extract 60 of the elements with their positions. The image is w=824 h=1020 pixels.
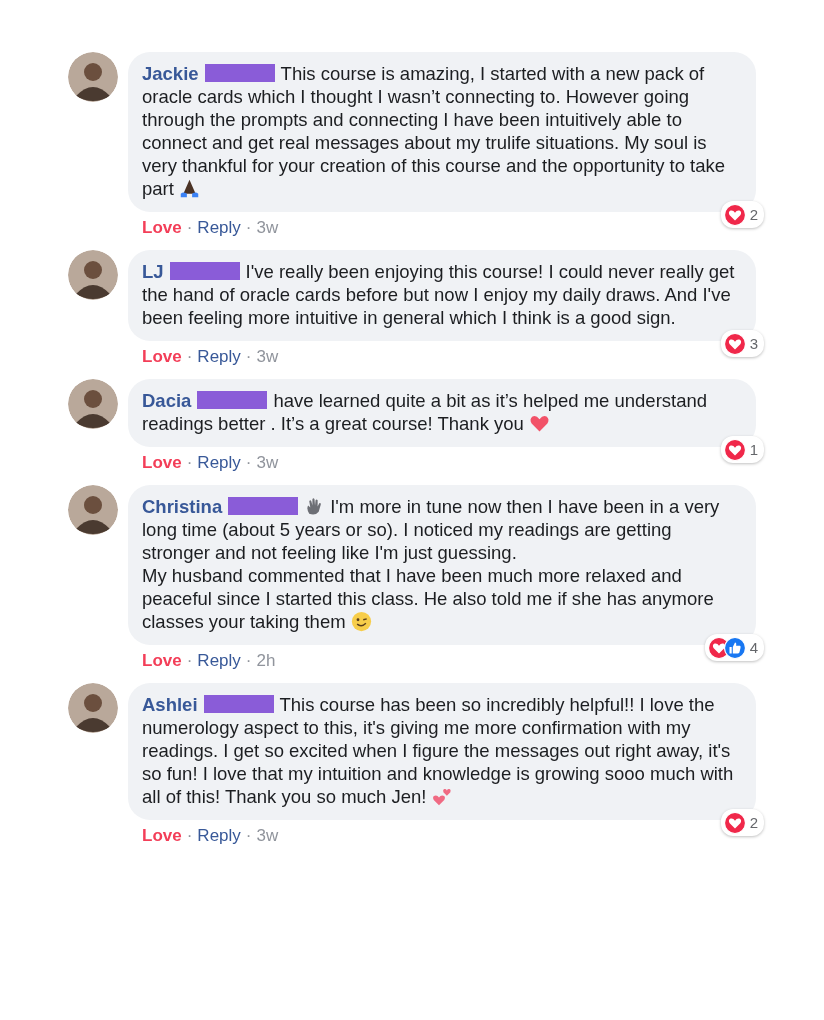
timestamp: 3w [256, 826, 279, 846]
avatar[interactable] [68, 250, 118, 300]
reply-link[interactable]: Reply [197, 347, 241, 367]
separator-dot: · [245, 826, 252, 846]
reply-link[interactable]: Reply [197, 826, 241, 846]
separator-dot: · [186, 218, 193, 238]
author-name[interactable]: Dacia [142, 390, 192, 411]
reaction-badge[interactable]: 3 [720, 330, 764, 357]
heart-icon [528, 413, 550, 434]
author-name[interactable]: Jackie [142, 63, 199, 84]
comment-text: Dacia have learned quite a bit as it’s helped me understand readings better . It’s a great course! Thank you [142, 389, 709, 435]
reaction-badge[interactable]: 4 [704, 634, 764, 661]
avatar[interactable] [68, 379, 118, 429]
reply-link[interactable]: Reply [197, 453, 241, 473]
reaction-count: 3 [749, 334, 758, 354]
comment-text: Christina I'm more in tune now then I have been in a very long time (about 5 years or so). I noticed my readings are getting stronger and not feeling like I'm just guessing. My husband commented that I have been much more relaxed and peaceful since I started this class. He also told me if she has anymore classes your taking them [142, 495, 721, 633]
timestamp: 3w [256, 453, 279, 473]
author-name[interactable]: LJ [142, 261, 164, 282]
timestamp: 2h [256, 651, 276, 671]
separator-dot: · [245, 218, 252, 238]
reply-link[interactable]: Reply [197, 651, 241, 671]
avatar[interactable] [68, 485, 118, 535]
author-name[interactable]: Ashlei [142, 694, 198, 715]
reaction-badge[interactable]: 2 [720, 809, 764, 836]
separator-dot: · [245, 651, 252, 671]
reaction-count: 4 [749, 638, 758, 658]
winking-face-icon [350, 611, 372, 632]
avatar[interactable] [68, 52, 118, 102]
love-link[interactable]: Love [142, 651, 182, 671]
love-link[interactable]: Love [142, 453, 182, 473]
separator-dot: · [186, 826, 193, 846]
love-link[interactable]: Love [142, 826, 182, 846]
author-name[interactable]: Christina [142, 496, 223, 517]
redaction-bar [228, 497, 299, 515]
timestamp: 3w [256, 347, 279, 367]
redaction-bar [203, 695, 274, 713]
love-link[interactable]: Love [142, 347, 182, 367]
two-hearts-icon [431, 786, 453, 807]
separator-dot: · [245, 347, 252, 367]
avatar[interactable] [68, 683, 118, 733]
reaction-count: 1 [749, 440, 758, 460]
timestamp: 3w [256, 218, 279, 238]
separator-dot: · [186, 347, 193, 367]
praying-hands-icon [178, 178, 200, 199]
reaction-badge[interactable]: 1 [720, 436, 764, 463]
reaction-count: 2 [749, 813, 758, 833]
redaction-bar [169, 262, 240, 280]
comment-text: Ashlei This course has been so incredibly helpful!! I love the numerology aspect to this, it's giving me more confirmation with my readings. I get so excited when I figure the messages out right away, it's so fun! I love that my intuition and knowledge is growing sooo much with all of this! Thank you so much Jen! [142, 693, 735, 808]
reply-link[interactable]: Reply [197, 218, 241, 238]
redaction-bar [197, 391, 268, 409]
love-link[interactable]: Love [142, 218, 182, 238]
thumbs-up-icon [723, 636, 746, 659]
redaction-bar [204, 64, 275, 82]
separator-dot: · [186, 453, 193, 473]
separator-dot: · [245, 453, 252, 473]
separator-dot: · [186, 651, 193, 671]
reaction-badge[interactable]: 2 [720, 201, 764, 228]
comment-text: Jackie This course is amazing, I started with a new pack of oracle cards which I thought I wasn’t connecting to. However going through the prompts and connecting I have been intuitively able to connect and get real messages about my trulife situations. My soul is very thankful for your creation of this course and the opportunity to take part [142, 62, 727, 200]
reaction-count: 2 [749, 205, 758, 225]
comment-text: LJ I've really been enjoying this course! I could never really get the hand of oracle cards before but now I enjoy my daily draws. And I've been feeling more intuitive in general which I think is a good sign. [142, 260, 736, 329]
